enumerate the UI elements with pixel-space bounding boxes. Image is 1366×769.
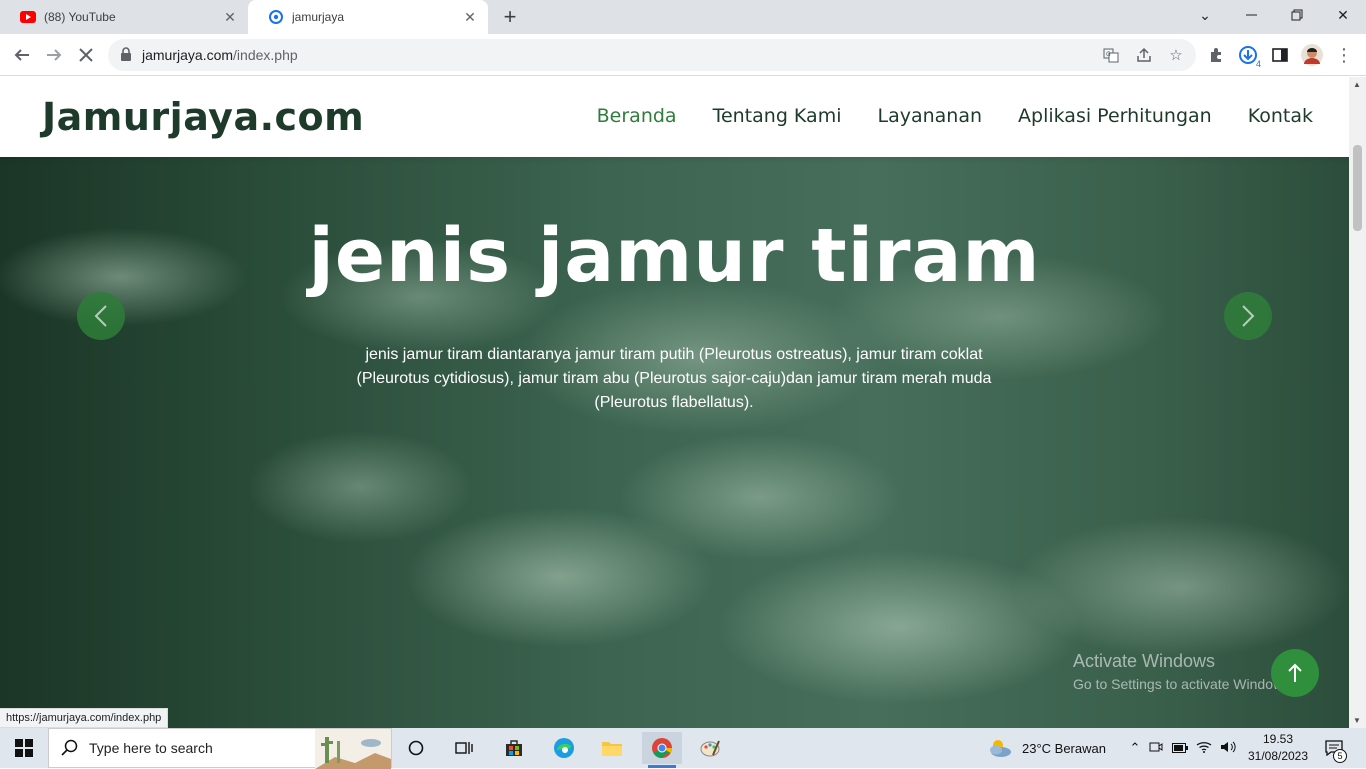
- edge-icon[interactable]: [544, 732, 584, 764]
- address-bar[interactable]: jamurjaya.com/index.php G ☆: [108, 39, 1196, 71]
- cortana-icon[interactable]: [396, 732, 436, 764]
- side-panel-icon[interactable]: [1266, 41, 1294, 69]
- nav-kontak[interactable]: Kontak: [1248, 105, 1313, 127]
- extension-badge: 4: [1255, 59, 1261, 69]
- windows-logo-icon: [15, 739, 33, 757]
- close-tab-icon[interactable]: ✕: [222, 9, 238, 25]
- bookmark-star-icon[interactable]: ☆: [1165, 44, 1187, 66]
- tab-search-icon[interactable]: ⌄: [1182, 0, 1228, 30]
- minimize-button[interactable]: [1228, 0, 1274, 30]
- scroll-up-arrow-icon[interactable]: ▲: [1353, 80, 1361, 89]
- file-explorer-icon[interactable]: [592, 732, 632, 764]
- scroll-down-arrow-icon[interactable]: ▼: [1353, 716, 1361, 725]
- profile-avatar[interactable]: [1298, 41, 1326, 69]
- search-icon: [61, 739, 78, 756]
- main-nav: Beranda Tentang Kami Layananan Aplikasi …: [597, 105, 1313, 127]
- weather-widget[interactable]: 23°C Berawan: [986, 728, 1106, 768]
- nav-aplikasi-perhitungan[interactable]: Aplikasi Perhitungan: [1018, 105, 1212, 127]
- url-path: /index.php: [233, 47, 298, 63]
- download-extension-icon[interactable]: 4: [1234, 41, 1262, 69]
- nav-tentang-kami[interactable]: Tentang Kami: [713, 105, 842, 127]
- task-view-icon[interactable]: [444, 732, 484, 764]
- site-header: Jamurjaya.com Beranda Tentang Kami Layan…: [0, 77, 1349, 157]
- notification-badge: 5: [1333, 749, 1347, 763]
- browser-toolbar: jamurjaya.com/index.php G ☆ 4 ⋮: [0, 34, 1366, 76]
- chrome-icon[interactable]: [642, 732, 682, 768]
- hero-description: jenis jamur tiram diantaranya jamur tira…: [356, 346, 992, 411]
- svg-text:G: G: [1106, 51, 1111, 58]
- url-text: jamurjaya.com/index.php: [142, 47, 298, 63]
- restore-button[interactable]: [1274, 0, 1320, 30]
- activate-windows-watermark: Activate Windows Go to Settings to activ…: [1073, 651, 1294, 692]
- chrome-menu-icon[interactable]: ⋮: [1330, 41, 1358, 69]
- page-scrollbar[interactable]: ▲ ▼: [1349, 77, 1366, 728]
- tab-jamurjaya[interactable]: jamurjaya ✕: [248, 0, 488, 34]
- microsoft-store-icon[interactable]: [494, 732, 534, 764]
- meet-now-icon[interactable]: [1144, 740, 1168, 757]
- new-tab-button[interactable]: +: [498, 4, 522, 29]
- extensions-icon[interactable]: [1202, 41, 1230, 69]
- arrow-up-icon: [1288, 663, 1302, 682]
- chevron-right-icon: [1242, 305, 1255, 327]
- carousel-next-button[interactable]: [1224, 292, 1272, 340]
- search-placeholder: Type here to search: [89, 740, 213, 756]
- paint-icon[interactable]: [690, 732, 730, 764]
- back-to-top-button[interactable]: [1271, 649, 1319, 697]
- url-domain: jamurjaya.com: [142, 47, 234, 63]
- close-tab-icon[interactable]: ✕: [462, 9, 478, 25]
- share-icon[interactable]: [1133, 44, 1155, 66]
- taskbar-clock[interactable]: 19.53 31/08/2023: [1238, 731, 1318, 765]
- start-button[interactable]: [0, 728, 48, 768]
- taskbar-search-box[interactable]: Type here to search: [48, 728, 392, 769]
- lock-icon[interactable]: [120, 47, 134, 63]
- link-status-bar: https://jamurjaya.com/index.php: [0, 708, 169, 728]
- carousel-prev-button[interactable]: [77, 292, 125, 340]
- cloudy-weather-icon: [990, 740, 1011, 757]
- youtube-icon: [20, 9, 36, 25]
- forward-button[interactable]: [40, 41, 68, 69]
- watermark-line1: Activate Windows: [1073, 651, 1216, 671]
- tab-youtube[interactable]: (88) YouTube ✕: [0, 0, 248, 34]
- stop-loading-button[interactable]: [72, 41, 100, 69]
- weather-text: 23°C Berawan: [1022, 740, 1106, 756]
- wifi-icon[interactable]: [1192, 741, 1216, 756]
- volume-icon[interactable]: [1216, 740, 1240, 757]
- search-highlight-art-icon: [315, 729, 391, 769]
- page-viewport: Jamurjaya.com Beranda Tentang Kami Layan…: [0, 77, 1349, 728]
- tab-title: (88) YouTube: [44, 10, 116, 24]
- chevron-left-icon: [94, 305, 107, 327]
- nav-beranda[interactable]: Beranda: [597, 105, 677, 127]
- scrollbar-thumb[interactable]: [1353, 145, 1362, 231]
- hero-title: jenis jamur tiram: [308, 213, 1041, 299]
- tab-strip: (88) YouTube ✕ jamurjaya ✕ + ⌄ ✕: [0, 0, 1366, 34]
- translate-icon[interactable]: G: [1100, 44, 1122, 66]
- watermark-line2: Go to Settings to activate Windows.: [1073, 676, 1294, 692]
- tab-title: jamurjaya: [292, 10, 345, 24]
- back-button[interactable]: [8, 41, 36, 69]
- clock-date: 31/08/2023: [1247, 749, 1309, 763]
- hero-carousel: jenis jamur tiram jenis jamur tiram dian…: [0, 157, 1349, 728]
- windows-taskbar: Type here to search 23°C Berawan ⌃ 19.53…: [0, 728, 1366, 769]
- show-hidden-icons-chevron-icon[interactable]: ⌃: [1126, 740, 1144, 756]
- close-window-button[interactable]: ✕: [1320, 0, 1366, 30]
- site-favicon-icon: [268, 9, 284, 25]
- nav-layananan[interactable]: Layananan: [877, 105, 982, 127]
- battery-icon[interactable]: [1168, 741, 1192, 756]
- site-logo[interactable]: Jamurjaya.com: [42, 95, 364, 139]
- system-tray: ⌃: [1126, 728, 1240, 768]
- clock-time: 19.53: [1262, 732, 1294, 746]
